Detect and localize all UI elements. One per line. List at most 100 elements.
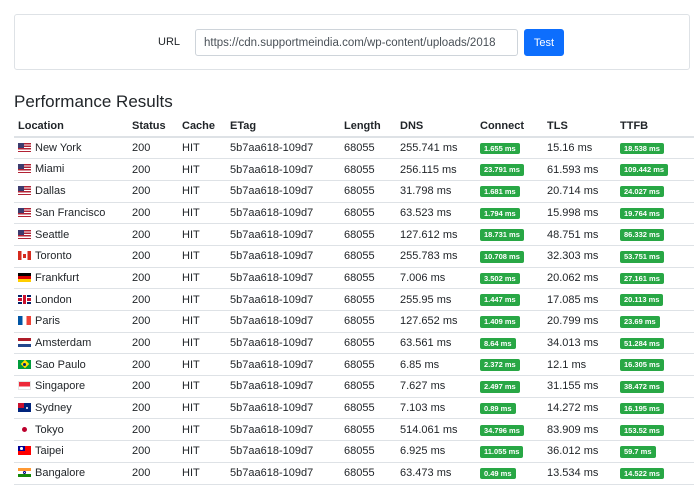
location-cell: Taipei bbox=[14, 440, 128, 463]
status-cell: 200 bbox=[128, 180, 178, 203]
connect-badge: 1.655 ms bbox=[480, 142, 520, 155]
length-cell: 68055 bbox=[340, 332, 396, 355]
cache-cell: HIT bbox=[178, 353, 226, 377]
ttfb-cell: 51.284 ms bbox=[616, 332, 694, 355]
location-cell: New York bbox=[14, 137, 128, 160]
url-label: URL bbox=[158, 36, 181, 48]
ttfb-badge: 38.472 ms bbox=[620, 381, 664, 393]
column-header-dns: DNS bbox=[396, 116, 476, 138]
connect-cell: 0.49 ms bbox=[476, 462, 543, 485]
dns-cell: 255.783 ms bbox=[396, 245, 476, 268]
location-name: Taipei bbox=[35, 445, 64, 458]
status-cell: 200 bbox=[128, 137, 178, 160]
etag-cell: 5b7aa618-109d7 bbox=[226, 180, 340, 203]
location-cell: Bangalore bbox=[14, 462, 128, 485]
column-header-status: Status bbox=[128, 116, 178, 138]
connect-badge: 10.708 ms bbox=[480, 251, 524, 263]
nl-flag-icon bbox=[18, 337, 31, 347]
ttfb-cell: 16.305 ms bbox=[616, 353, 694, 377]
status-cell: 200 bbox=[128, 202, 178, 225]
length-cell: 68055 bbox=[340, 267, 396, 290]
location-cell: Sao Paulo bbox=[14, 353, 128, 377]
ttfb-badge: 16.195 ms bbox=[620, 402, 664, 415]
ttfb-cell: 153.52 ms bbox=[616, 418, 694, 442]
status-cell: 200 bbox=[128, 223, 178, 246]
ttfb-cell: 86.332 ms bbox=[616, 223, 694, 246]
etag-cell: 5b7aa618-109d7 bbox=[226, 202, 340, 225]
location-name: Amsterdam bbox=[35, 337, 92, 350]
tls-cell: 17.085 ms bbox=[543, 288, 616, 311]
us-flag-icon bbox=[18, 143, 31, 153]
length-cell: 68055 bbox=[340, 158, 396, 181]
connect-cell: 1.447 ms bbox=[476, 288, 543, 311]
tls-cell: 20.799 ms bbox=[543, 310, 616, 333]
ttfb-cell: 16.195 ms bbox=[616, 397, 694, 420]
status-cell: 200 bbox=[128, 440, 178, 463]
connect-badge: 1.447 ms bbox=[480, 294, 520, 306]
location-name: Bangalore bbox=[35, 467, 86, 480]
location-name: London bbox=[35, 293, 72, 306]
dns-cell: 6.925 ms bbox=[396, 440, 476, 463]
ttfb-badge: 14.522 ms bbox=[620, 467, 664, 480]
de-flag-icon bbox=[18, 272, 31, 282]
ttfb-cell: 20.113 ms bbox=[616, 288, 694, 311]
length-cell: 68055 bbox=[340, 418, 396, 442]
gb-flag-icon bbox=[18, 294, 31, 304]
performance-results-table: Location Status Cache ETag Length DNS Co… bbox=[14, 116, 694, 485]
table-row: San Francisco 200 HIT 5b7aa618-109d7 68055 63… bbox=[14, 202, 694, 225]
connect-badge: 34.796 ms bbox=[480, 424, 524, 437]
dns-cell: 514.061 ms bbox=[396, 418, 476, 442]
etag-cell: 5b7aa618-109d7 bbox=[226, 137, 340, 160]
au-flag-icon bbox=[18, 403, 31, 413]
ttfb-badge: 23.69 ms bbox=[620, 316, 660, 328]
tls-cell: 15.16 ms bbox=[543, 137, 616, 160]
tls-cell: 14.272 ms bbox=[543, 397, 616, 420]
ttfb-cell: 27.161 ms bbox=[616, 267, 694, 290]
ttfb-cell: 109.442 ms bbox=[616, 158, 694, 181]
url-input[interactable] bbox=[195, 29, 518, 56]
ttfb-cell: 19.764 ms bbox=[616, 202, 694, 225]
dns-cell: 127.652 ms bbox=[396, 310, 476, 333]
cache-cell: HIT bbox=[178, 462, 226, 485]
table-row: London 200 HIT 5b7aa618-109d7 68055 255.95 ms… bbox=[14, 288, 694, 311]
location-cell: Seattle bbox=[14, 223, 128, 246]
tls-cell: 61.593 ms bbox=[543, 158, 616, 181]
etag-cell: 5b7aa618-109d7 bbox=[226, 288, 340, 311]
table-row: Dallas 200 HIT 5b7aa618-109d7 68055 31.798 ms… bbox=[14, 180, 694, 203]
dns-cell: 255.741 ms bbox=[396, 137, 476, 160]
length-cell: 68055 bbox=[340, 137, 396, 160]
location-name: San Francisco bbox=[35, 206, 106, 219]
cache-cell: HIT bbox=[178, 180, 226, 203]
location-name: Tokyo bbox=[35, 423, 64, 436]
ttfb-cell: 53.751 ms bbox=[616, 245, 694, 268]
status-cell: 200 bbox=[128, 397, 178, 420]
column-header-ttfb: TTFB bbox=[616, 116, 694, 138]
cache-cell: HIT bbox=[178, 267, 226, 290]
connect-cell: 3.502 ms bbox=[476, 267, 543, 290]
connect-cell: 2.497 ms bbox=[476, 375, 543, 398]
url-test-form: URL Test bbox=[14, 14, 690, 70]
table-row: Sao Paulo 200 HIT 5b7aa618-109d7 68055 6.85 m… bbox=[14, 353, 694, 377]
ttfb-cell: 18.538 ms bbox=[616, 137, 694, 160]
ttfb-badge: 16.305 ms bbox=[620, 359, 664, 371]
length-cell: 68055 bbox=[340, 288, 396, 311]
length-cell: 68055 bbox=[340, 397, 396, 420]
tls-cell: 12.1 ms bbox=[543, 353, 616, 377]
status-cell: 200 bbox=[128, 375, 178, 398]
ttfb-badge: 86.332 ms bbox=[620, 229, 664, 241]
connect-badge: 2.372 ms bbox=[480, 359, 520, 371]
connect-cell: 0.89 ms bbox=[476, 397, 543, 420]
column-header-etag: ETag bbox=[226, 116, 340, 138]
length-cell: 68055 bbox=[340, 375, 396, 398]
status-cell: 200 bbox=[128, 245, 178, 268]
test-button[interactable]: Test bbox=[524, 29, 564, 56]
location-name: Sydney bbox=[35, 402, 72, 415]
connect-badge: 11.055 ms bbox=[480, 446, 524, 458]
us-flag-icon bbox=[18, 186, 31, 196]
table-row: Tokyo 200 HIT 5b7aa618-109d7 68055 514.061 ms… bbox=[14, 418, 694, 442]
cache-cell: HIT bbox=[178, 418, 226, 442]
location-cell: Miami bbox=[14, 158, 128, 181]
column-header-length: Length bbox=[340, 116, 396, 138]
connect-cell: 34.796 ms bbox=[476, 418, 543, 442]
tls-cell: 83.909 ms bbox=[543, 418, 616, 442]
